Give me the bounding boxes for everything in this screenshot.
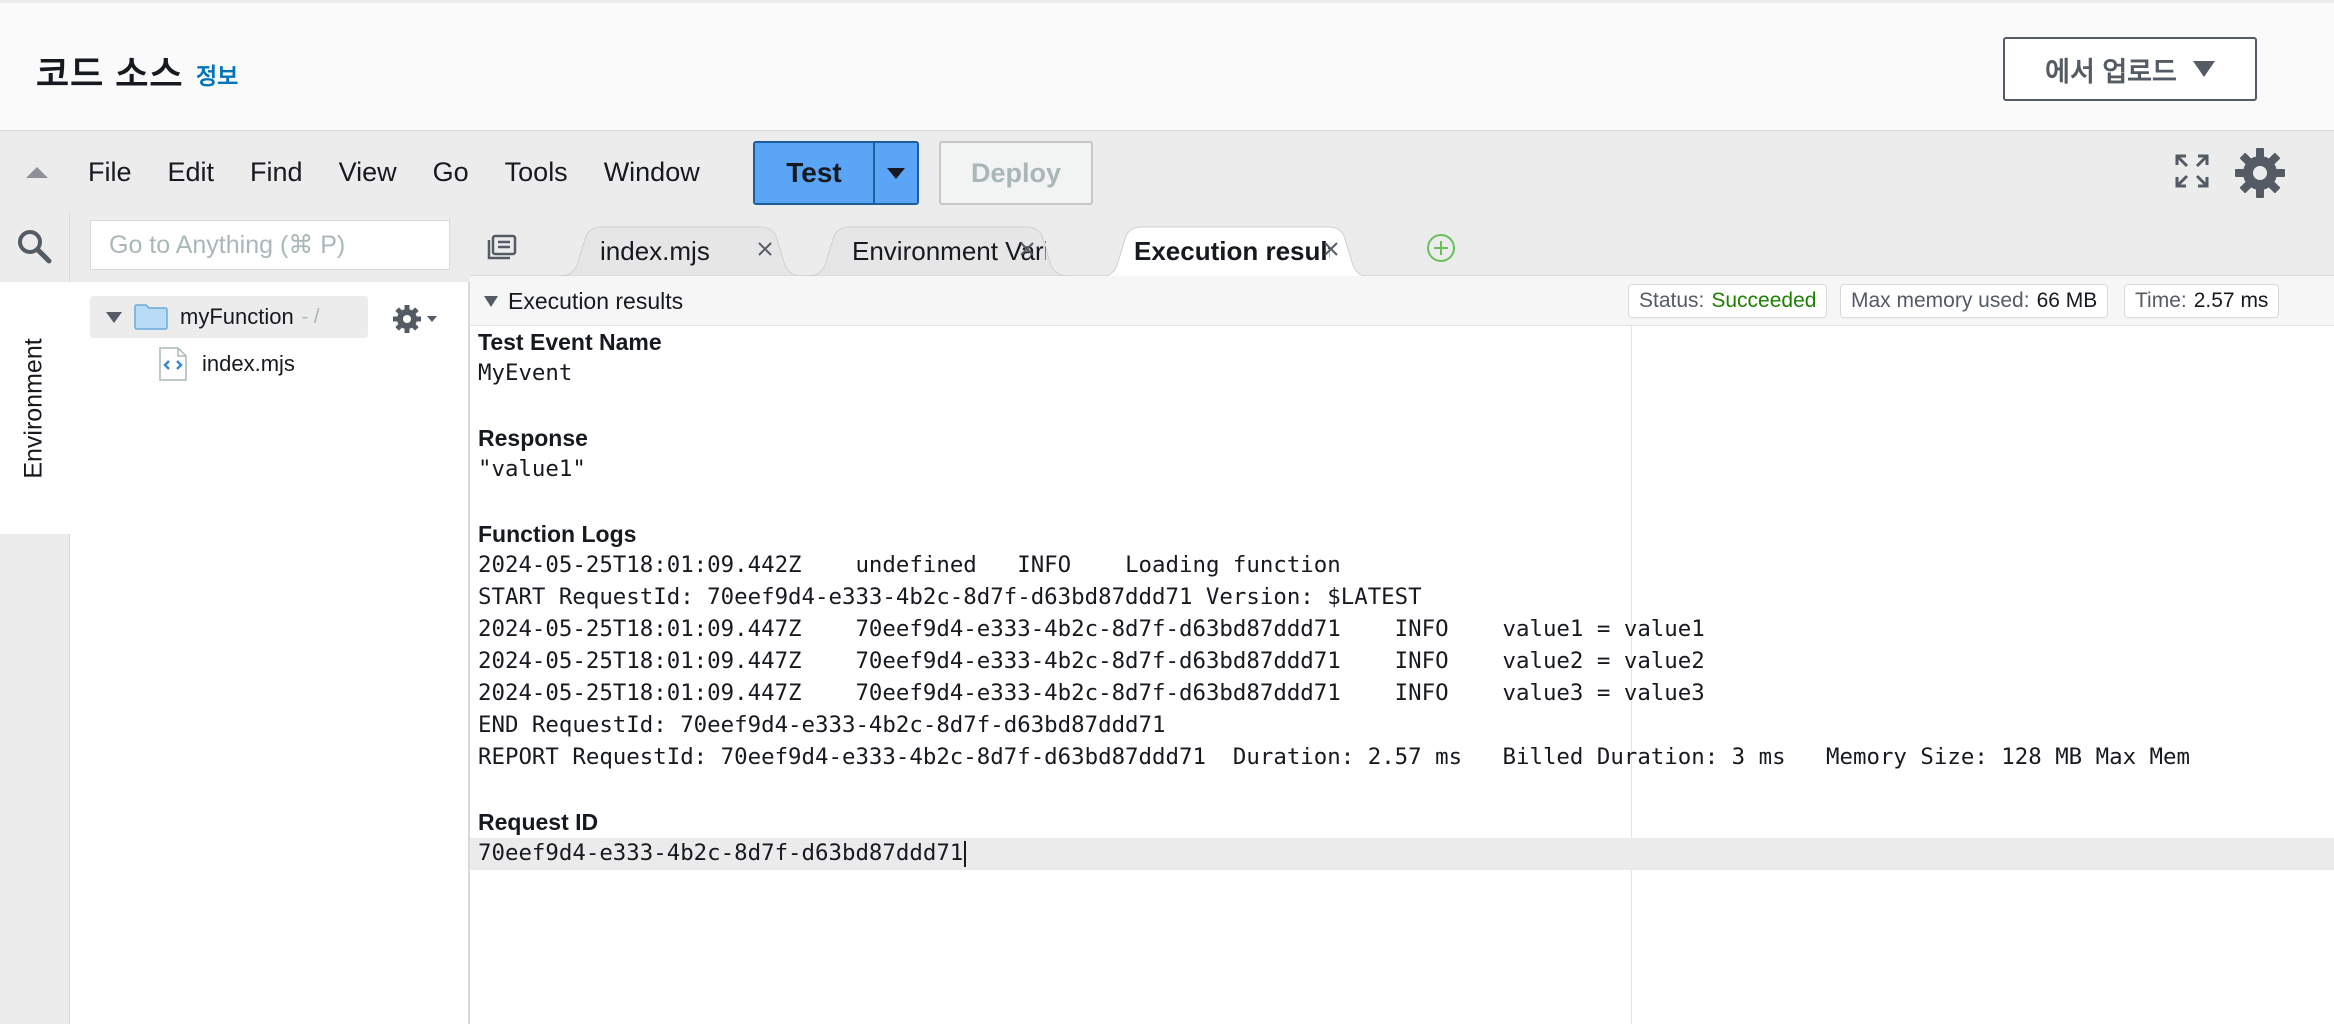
environment-tab[interactable]: Environment xyxy=(0,282,70,534)
caret-down-icon xyxy=(427,316,437,322)
execution-results-label: Execution results xyxy=(508,287,684,314)
left-rail: Environment xyxy=(0,212,70,1024)
log-line: 2024-05-25T18:01:09.447Z 70eef9d4-e333-4… xyxy=(478,616,1705,642)
request-id-value: 70eef9d4-e333-4b2c-8d7f-d63bd87ddd71 xyxy=(478,840,964,866)
close-icon[interactable] xyxy=(1320,238,1342,260)
collapse-toggle-icon[interactable] xyxy=(26,167,48,178)
status-badge: Status: Succeeded xyxy=(1628,284,1828,318)
menu-file[interactable]: File xyxy=(70,157,150,188)
request-id-heading: Request ID xyxy=(478,809,599,835)
gear-icon xyxy=(393,305,421,333)
tab-index-mjs[interactable]: index.mjs xyxy=(560,226,802,276)
chevron-down-icon[interactable] xyxy=(106,311,122,323)
upload-from-button[interactable]: 에서 업로드 xyxy=(2003,37,2257,101)
log-line: 2024-05-25T18:01:09.442Z undefined INFO … xyxy=(478,552,1341,578)
time-label: Time: xyxy=(2135,289,2187,312)
execution-output[interactable]: Test Event Name MyEvent Response "value1… xyxy=(470,326,2334,1024)
close-icon[interactable] xyxy=(754,238,776,260)
tab-label: Execution results xyxy=(1134,235,1330,266)
test-dropdown-button[interactable] xyxy=(873,143,917,203)
function-logs-heading: Function Logs xyxy=(478,521,637,547)
ide-menubar: File Edit Find View Go Tools Window Test… xyxy=(0,130,2334,212)
execution-results-toggle[interactable]: Execution results xyxy=(484,276,683,326)
gear-icon[interactable] xyxy=(2234,147,2286,199)
menu-edit[interactable]: Edit xyxy=(150,157,233,188)
response-value: "value1" xyxy=(478,456,586,482)
tree-file-label: index.mjs xyxy=(202,351,295,376)
upload-from-label: 에서 업로드 xyxy=(2045,56,2177,87)
caret-down-icon xyxy=(2192,61,2215,77)
tab-environment-variables[interactable]: Environment Vari xyxy=(808,226,1068,276)
test-split-button: Test xyxy=(753,141,919,205)
log-line: END RequestId: 70eef9d4-e333-4b2c-8d7f-d… xyxy=(478,712,1166,738)
time-badge: Time: 2.57 ms xyxy=(2124,284,2280,318)
log-line: REPORT RequestId: 70eef9d4-e333-4b2c-8d7… xyxy=(478,744,2191,770)
search-icon[interactable] xyxy=(16,228,52,264)
tab-execution-results[interactable]: Execution results xyxy=(1100,226,1370,277)
print-margin-line xyxy=(1631,326,1632,1024)
response-heading: Response xyxy=(478,425,588,451)
goto-bar xyxy=(70,212,470,282)
memory-badge: Max memory used: 66 MB xyxy=(1840,284,2109,318)
editor-tabbar: index.mjs Environment Vari Execution res… xyxy=(470,212,2334,277)
memory-value: 66 MB xyxy=(2036,289,2098,312)
menu-go[interactable]: Go xyxy=(415,157,487,188)
folder-icon xyxy=(134,304,168,330)
close-icon[interactable] xyxy=(1016,238,1038,260)
code-source-header: 코드 소스 정보 에서 업로드 xyxy=(0,0,2334,130)
menu: File Edit Find View Go Tools Window xyxy=(70,131,718,213)
menu-view[interactable]: View xyxy=(321,157,415,188)
results-toolbar: Execution results Status: Succeeded Max … xyxy=(470,276,2334,326)
menu-tools[interactable]: Tools xyxy=(487,157,586,188)
test-button[interactable]: Test xyxy=(755,143,873,203)
tree-folder-label: myFunction xyxy=(180,304,294,329)
fullscreen-icon[interactable] xyxy=(2174,153,2210,189)
environment-tab-label: Environment xyxy=(20,337,49,479)
file-explorer: myFunction - / index xyxy=(70,212,470,1024)
goto-anything-input[interactable] xyxy=(90,220,450,270)
status-label: Status: xyxy=(1639,289,1705,312)
tab-label: index.mjs xyxy=(600,235,710,266)
add-tab-icon[interactable] xyxy=(1425,232,1457,264)
log-line: 2024-05-25T18:01:09.447Z 70eef9d4-e333-4… xyxy=(478,648,1705,674)
text-cursor xyxy=(964,840,967,867)
memory-label: Max memory used: xyxy=(1851,289,2030,312)
tree-file-index[interactable]: index.mjs xyxy=(158,346,295,382)
test-event-value: MyEvent xyxy=(478,360,573,386)
tree-folder-path: - / xyxy=(301,305,320,328)
caret-down-icon xyxy=(887,167,905,179)
tree-settings-button[interactable] xyxy=(392,304,440,334)
tree-folder-myfunction[interactable]: myFunction - / xyxy=(90,296,368,338)
log-line: 2024-05-25T18:01:09.447Z 70eef9d4-e333-4… xyxy=(478,680,1705,706)
tabs-menu-icon[interactable] xyxy=(486,232,518,260)
request-id-line: 70eef9d4-e333-4b2c-8d7f-d63bd87ddd71 xyxy=(478,840,967,867)
menu-find[interactable]: Find xyxy=(232,157,321,188)
log-line: START RequestId: 70eef9d4-e333-4b2c-8d7f… xyxy=(478,584,1422,610)
file-icon xyxy=(159,347,187,381)
caret-down-icon xyxy=(484,295,498,307)
menu-window[interactable]: Window xyxy=(586,157,718,188)
page-title: 코드 소스 xyxy=(36,53,184,94)
status-value: Succeeded xyxy=(1711,289,1817,312)
info-link[interactable]: 정보 xyxy=(196,57,238,91)
test-event-heading: Test Event Name xyxy=(478,329,662,355)
time-value: 2.57 ms xyxy=(2193,289,2269,312)
deploy-button[interactable]: Deploy xyxy=(939,141,1093,205)
